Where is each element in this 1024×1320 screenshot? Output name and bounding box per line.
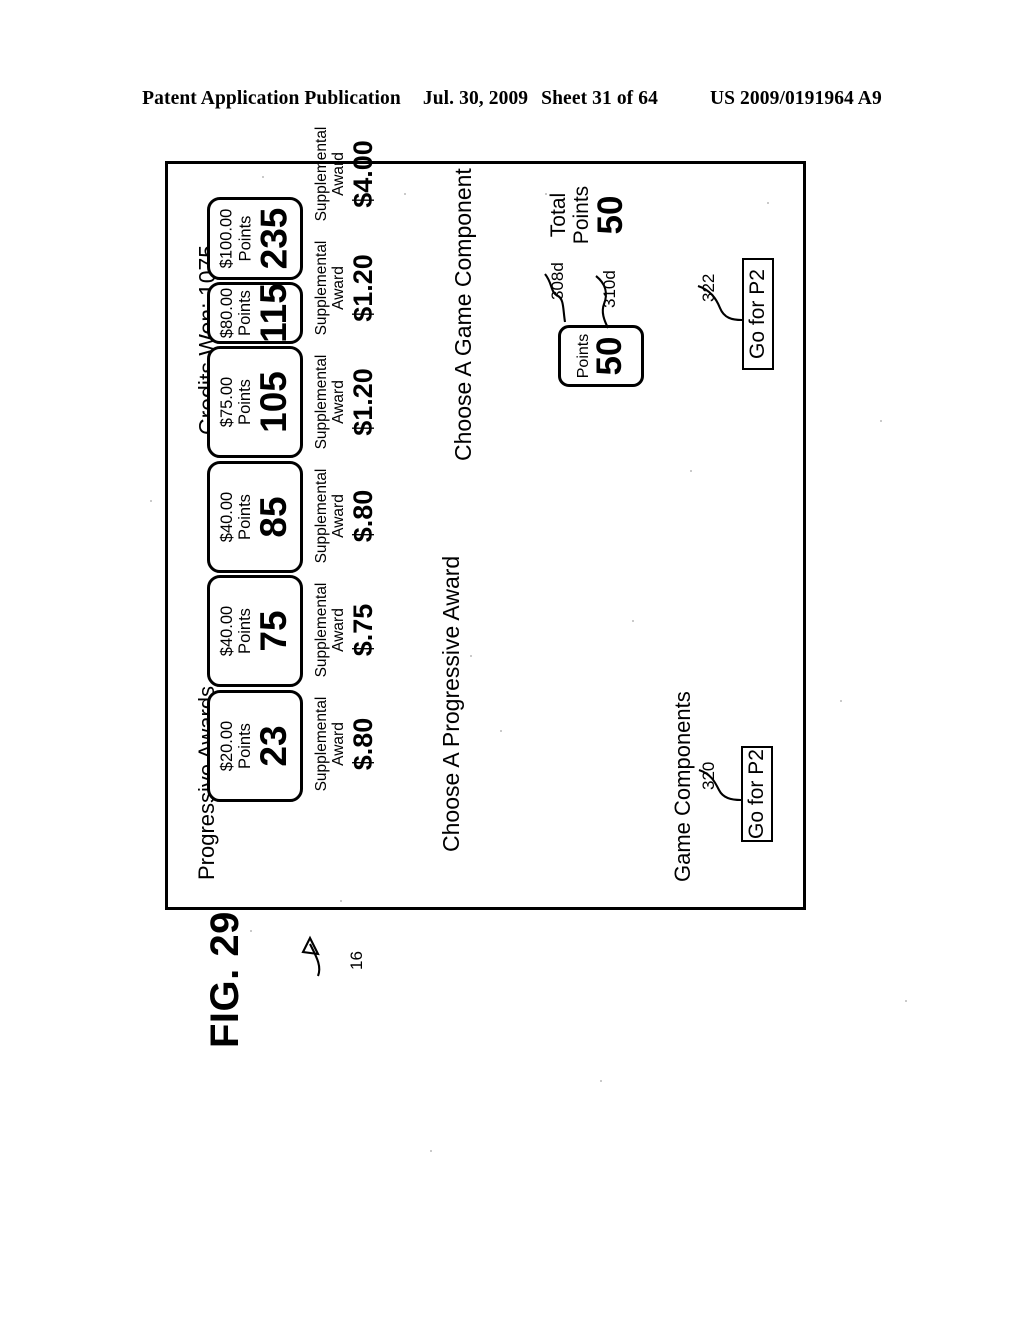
award-points-value: 75 (253, 610, 295, 652)
figure-29: Progressive Awards Credits Won: 1075 $20… (0, 0, 1024, 1320)
award-points-label: Points (236, 494, 254, 540)
supplemental-value: $.80 (348, 489, 379, 543)
scan-speckle (500, 730, 502, 732)
choose-progressive-award-prompt: Choose A Progressive Award (438, 555, 464, 852)
award-box[interactable]: $20.00 Points 23 (207, 690, 303, 802)
supplemental-label-line2: Award (330, 722, 348, 766)
scan-speckle (905, 1000, 907, 1002)
supplemental-label-line1: Supplemental (313, 354, 330, 450)
award-box[interactable]: $75.00 Points 105 (207, 346, 303, 458)
award-amount: $75.00 (217, 376, 236, 428)
award-amount: $80.00 (217, 287, 236, 339)
supplemental-award: Supplemental Award $1.20 (313, 346, 379, 458)
scan-speckle (430, 1150, 432, 1152)
award-amount: $20.00 (217, 720, 236, 772)
supplemental-label-line1: Supplemental (313, 696, 330, 792)
award-points-label: Points (236, 723, 254, 769)
supplemental-label-line2: Award (330, 494, 348, 538)
scan-speckle (632, 620, 634, 622)
game-components-heading: Game Components (670, 691, 695, 882)
award-amount: $40.00 (217, 491, 236, 543)
award-points-value: 23 (253, 725, 295, 767)
reference-numeral-322: 322 (699, 273, 718, 302)
supplemental-award: Supplemental Award $1.20 (313, 232, 379, 344)
supplemental-award: Supplemental Award $.80 (313, 688, 379, 800)
award-points-value: 235 (253, 207, 295, 270)
supplemental-label-line1: Supplemental (313, 126, 330, 222)
scan-speckle (690, 470, 692, 472)
supplemental-award: Supplemental Award $.75 (313, 574, 379, 686)
award-amount: $100.00 (217, 208, 236, 269)
award-box[interactable]: $100.00 Points 235 (207, 197, 303, 280)
choose-game-component-prompt: Choose A Game Component (450, 168, 476, 461)
scan-speckle (767, 202, 769, 204)
supplemental-label-line2: Award (330, 266, 348, 310)
total-points-label-line2: Points (569, 185, 593, 245)
award-points-label: Points (236, 608, 254, 654)
scan-speckle (880, 420, 882, 422)
award-points-label: Points (236, 379, 254, 425)
scan-speckle (250, 930, 252, 932)
figure-label: FIG. 29 (203, 911, 247, 1048)
scan-speckle (262, 176, 264, 178)
award-points-value: 115 (253, 283, 295, 343)
supplemental-value: $.80 (348, 717, 379, 771)
supplemental-value: $1.20 (348, 368, 379, 436)
total-points-display: Total Points 50 (547, 172, 631, 258)
award-points-label: Points (236, 290, 254, 336)
award-box[interactable]: $40.00 Points 85 (207, 461, 303, 573)
award-points-value: 85 (253, 496, 295, 538)
award-box[interactable]: $80.00 Points 115 (207, 282, 303, 344)
scan-speckle (600, 1080, 602, 1082)
scan-speckle (840, 700, 842, 702)
supplemental-value: $4.00 (348, 140, 379, 208)
supplemental-value: $.75 (348, 603, 379, 657)
supplemental-label-line1: Supplemental (313, 240, 330, 336)
scan-speckle (340, 900, 342, 902)
supplemental-value: $1.20 (348, 254, 379, 322)
supplemental-label-line1: Supplemental (313, 582, 330, 678)
award-points-value: 105 (253, 371, 295, 433)
award-amount: $40.00 (217, 605, 236, 657)
scan-speckle (150, 500, 152, 502)
supplemental-label-line2: Award (330, 380, 348, 424)
total-points-value: 50 (591, 195, 631, 235)
leader-line-310d (595, 275, 609, 329)
total-points-label-line1: Total (547, 192, 570, 238)
reference-numeral-320: 320 (699, 761, 718, 790)
scan-speckle (545, 193, 547, 195)
supplemental-label-line2: Award (330, 608, 348, 652)
award-box[interactable]: $40.00 Points 75 (207, 575, 303, 687)
supplemental-award: Supplemental Award $4.00 (313, 118, 379, 230)
reference-numeral-310d: 310d (600, 270, 619, 308)
scan-speckle (404, 193, 406, 195)
supplemental-label-line1: Supplemental (313, 468, 330, 564)
supplemental-label-line2: Award (330, 152, 348, 196)
reference-numeral-308d: 308d (548, 262, 567, 300)
award-points-label: Points (236, 215, 254, 262)
supplemental-award: Supplemental Award $.80 (313, 460, 379, 572)
reference-numeral-16: 16 (347, 951, 366, 970)
scan-speckle (470, 655, 472, 657)
